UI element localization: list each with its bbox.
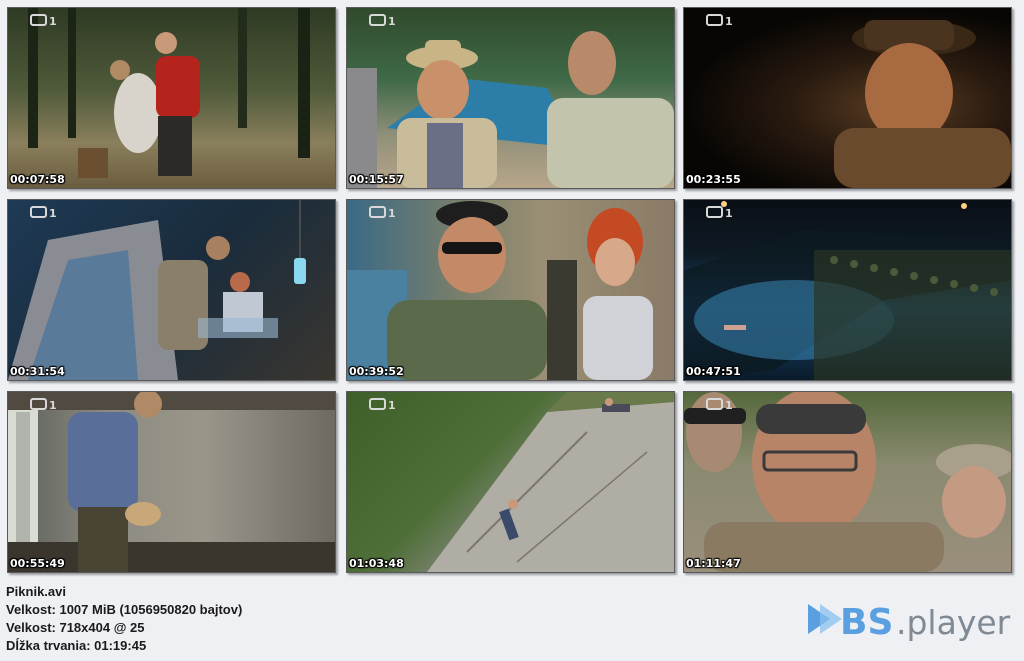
thumbnail-3: 1 00:23:55 [683,7,1012,189]
scene-forest-couple [28,8,310,178]
tv-logo-icon [369,206,386,218]
thumbnail-7: 1 00:55:49 [7,391,336,573]
scene-campsite-men [347,31,674,188]
timestamp-label: 00:07:58 [10,173,65,186]
channel-logo: 1 [30,398,58,412]
tv-logo-icon [30,206,47,218]
video-resolution: Velkost: 718x404 @ 25 [6,620,145,635]
file-size: Velkost: 1007 MiB (1056950820 bajtov) [6,602,243,617]
tv-logo-icon [369,398,386,410]
tv-logo-icon [369,14,386,26]
channel-logo: 1 [706,398,734,412]
channel-logo: 1 [369,14,397,28]
scene-bunker-man [8,392,335,572]
tv-logo-icon [706,14,723,26]
tv-logo-icon [30,14,47,26]
tv-logo-icon [30,398,47,410]
thumbnail-8: 1 01:03:48 [346,391,675,573]
file-info: Piknik.avi Velkost: 1007 MiB (1056950820… [6,583,242,655]
scene-night-crowd [684,201,1011,380]
thumbnail-1: 1 00:07:58 [7,7,336,189]
video-duration: Dĺžka trvania: 01:19:45 [6,638,147,653]
scene-tent-lantern [8,200,306,380]
logo-bs-text: BS [840,602,893,642]
file-name: Piknik.avi [6,584,66,599]
thumbnail-5: 1 00:39:52 [346,199,675,381]
scene-night-man [834,20,1011,188]
scene-cliff-climb [427,392,674,572]
timestamp-label: 00:39:52 [349,365,404,378]
play-arrows-icon [808,604,842,634]
tv-logo-icon [706,206,723,218]
thumbnail-9: 1 01:11:47 [683,391,1012,573]
timestamp-label: 00:55:49 [10,557,65,570]
channel-logo: 1 [369,398,397,412]
thumbnail-4: 1 00:31:54 [7,199,336,381]
scene-beret-man-woman [347,201,653,380]
thumbnail-6: 1 00:47:51 [683,199,1012,381]
channel-logo: 1 [30,14,58,28]
channel-logo: 1 [706,14,734,28]
thumbnail-2: 1 00:15:57 [346,7,675,189]
timestamp-label: 00:15:57 [349,173,404,186]
bsplayer-logo: BS .player [806,596,1016,643]
timestamp-label: 00:23:55 [686,173,741,186]
scene-elderly-men [684,392,1011,572]
timestamp-label: 00:47:51 [686,365,741,378]
channel-logo: 1 [706,206,734,220]
channel-logo: 1 [30,206,58,220]
timestamp-label: 00:31:54 [10,365,65,378]
channel-logo: 1 [369,206,397,220]
tv-logo-icon [706,398,723,410]
timestamp-label: 01:11:47 [686,557,741,570]
logo-player-text: .player [896,603,1011,642]
timestamp-label: 01:03:48 [349,557,404,570]
thumbnail-grid: 1 00:07:58 1 00:15:57 1 00:23:55 1 00:31… [0,0,1024,580]
